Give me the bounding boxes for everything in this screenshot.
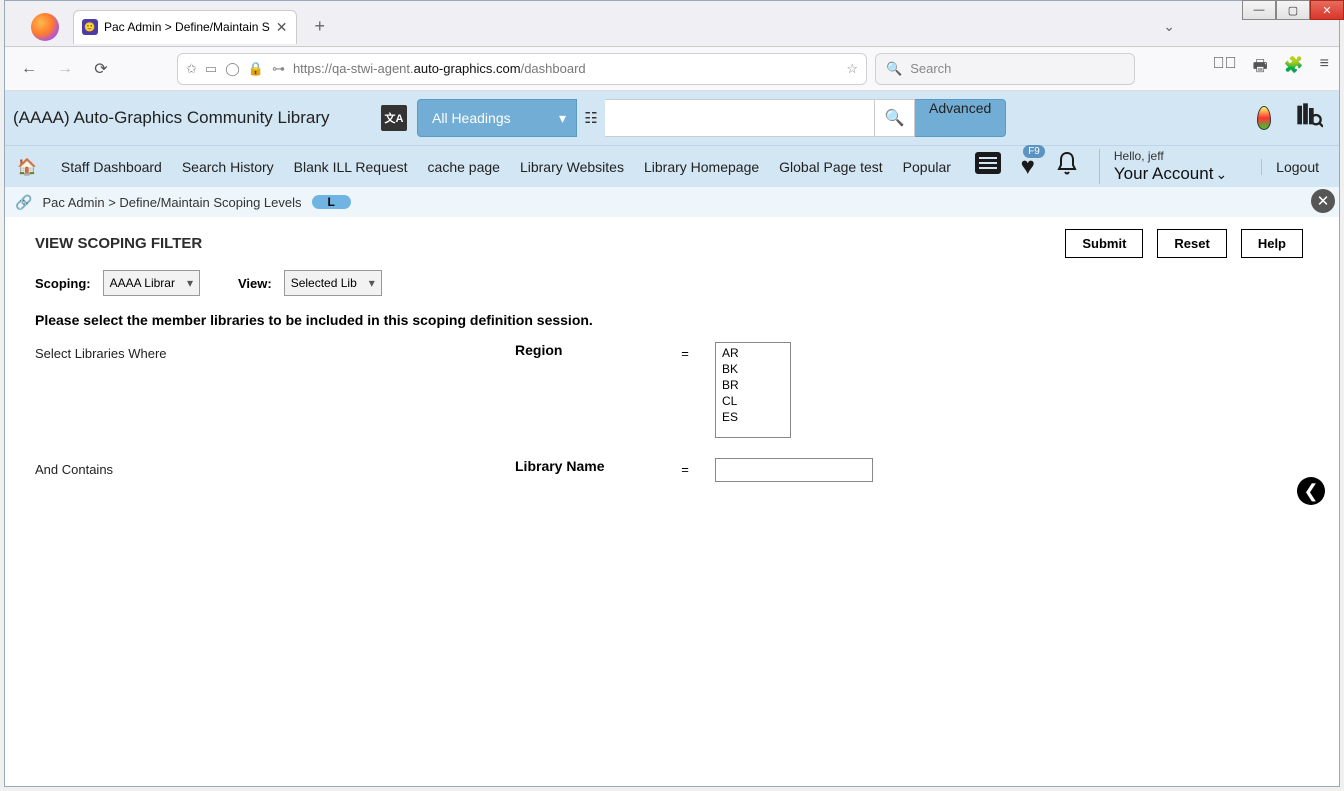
search-icon: 🔍: [886, 61, 902, 77]
reset-button[interactable]: Reset: [1157, 229, 1226, 258]
catalog-search-group: All Headings ☷ 🔍 Advanced: [417, 99, 1006, 137]
libname-equals: =: [655, 458, 715, 477]
page-title: VIEW SCOPING FILTER: [35, 235, 202, 252]
tab-close-button[interactable]: ✕: [276, 19, 288, 36]
region-label: Region: [515, 342, 655, 358]
help-button[interactable]: Help: [1241, 229, 1303, 258]
nav-cache-page[interactable]: cache page: [426, 155, 502, 179]
scoping-select[interactable]: AAAA Librar: [103, 270, 200, 296]
os-maximize-button[interactable]: ▢: [1276, 0, 1310, 20]
notifications-icon[interactable]: [1055, 150, 1079, 183]
nav-search-history[interactable]: Search History: [180, 155, 276, 179]
url-bar[interactable]: ✩ ▭ ◯ 🔒 ⊶ https://qa-stwi-agent.auto-gra…: [177, 53, 867, 85]
library-name-label: Library Name: [515, 458, 655, 474]
language-icon[interactable]: 文A: [381, 105, 407, 131]
my-lists-icon[interactable]: [975, 152, 1001, 181]
lock-icon[interactable]: 🔒: [248, 61, 264, 77]
browser-toolbar: ← → ⟳ ✩ ▭ ◯ 🔒 ⊶ https://qa-stwi-agent.au…: [5, 47, 1339, 91]
nav-blank-ill[interactable]: Blank ILL Request: [292, 155, 410, 179]
menu-icon[interactable]: ≡: [1320, 55, 1329, 82]
region-option[interactable]: CL: [716, 393, 790, 409]
headings-select-label: All Headings: [432, 110, 511, 126]
bookmark-outline-icon[interactable]: ✩: [186, 61, 197, 77]
account-dropdown[interactable]: Your Account: [1114, 164, 1227, 184]
library-title: (AAAA) Auto-Graphics Community Library: [11, 108, 371, 128]
region-row: Select Libraries Where Region = AR BK BR…: [35, 342, 1333, 438]
submit-button[interactable]: Submit: [1065, 229, 1143, 258]
balloon-icon[interactable]: [1257, 106, 1271, 130]
browser-tab-active[interactable]: 🙂 Pac Admin > Define/Maintain S ✕: [73, 10, 297, 44]
nav-popular[interactable]: Popular: [901, 155, 953, 179]
level-badge: L: [312, 195, 351, 209]
favorites-badge: F9: [1023, 145, 1045, 158]
region-option[interactable]: ES: [716, 409, 790, 425]
nav-reload-button[interactable]: ⟳: [87, 59, 115, 79]
header-right-icons: [1257, 101, 1323, 136]
app-nav: 🏠 Staff Dashboard Search History Blank I…: [5, 145, 1339, 187]
new-tab-button[interactable]: +: [307, 12, 334, 41]
scoping-label: Scoping:: [35, 276, 91, 291]
nav-library-websites[interactable]: Library Websites: [518, 155, 626, 179]
favorites-icon[interactable]: ♥F9: [1021, 153, 1035, 181]
shield-icon[interactable]: ◯: [225, 61, 240, 77]
select-where-label: Select Libraries Where: [35, 342, 515, 361]
instruction-text: Please select the member libraries to be…: [35, 312, 1333, 328]
tab-title: Pac Admin > Define/Maintain S: [104, 20, 270, 34]
os-window-controls: — ▢ ✕: [1242, 0, 1344, 20]
container-icon[interactable]: ▭: [205, 61, 217, 77]
nav-forward-button: →: [51, 60, 79, 78]
region-option[interactable]: AR: [716, 345, 790, 361]
region-listbox[interactable]: AR BK BR CL ES: [715, 342, 791, 438]
page-content: VIEW SCOPING FILTER Submit Reset Help Sc…: [5, 217, 1339, 514]
scoping-select-value: AAAA Librar: [110, 276, 175, 290]
and-contains-label: And Contains: [35, 458, 515, 477]
library-name-input[interactable]: [715, 458, 873, 482]
view-select[interactable]: Selected Lib: [284, 270, 382, 296]
database-icon[interactable]: ☷: [577, 99, 605, 137]
print-icon[interactable]: 🖶: [1253, 55, 1268, 82]
pocket-icon[interactable]: ⌄⃝: [1213, 55, 1237, 82]
filter-row: Scoping: AAAA Librar View: Selected Lib: [35, 270, 1333, 296]
account-hello: Hello, jeff: [1114, 149, 1227, 163]
browser-search-box[interactable]: 🔍 Search: [875, 53, 1135, 85]
nav-staff-dashboard[interactable]: Staff Dashboard: [59, 155, 164, 179]
nav-library-homepage[interactable]: Library Homepage: [642, 155, 761, 179]
chain-link-icon[interactable]: 🔗: [15, 194, 32, 211]
breadcrumb: 🔗 Pac Admin > Define/Maintain Scoping Le…: [5, 187, 1339, 217]
headings-select[interactable]: All Headings: [417, 99, 577, 137]
browser-search-placeholder: Search: [910, 61, 951, 76]
home-icon[interactable]: 🏠: [11, 157, 43, 177]
url-text: https://qa-stwi-agent.auto-graphics.com/…: [293, 61, 838, 76]
star-icon[interactable]: ☆: [846, 61, 858, 77]
libname-row: And Contains Library Name =: [35, 458, 1333, 482]
account-block[interactable]: Hello, jeff Your Account: [1099, 149, 1241, 184]
region-option[interactable]: BK: [716, 361, 790, 377]
app-shell: 🙂 Pac Admin > Define/Maintain S ✕ + ⌄ ← …: [4, 0, 1340, 787]
breadcrumb-text: Pac Admin > Define/Maintain Scoping Leve…: [42, 195, 301, 210]
advanced-search-button[interactable]: Advanced: [915, 99, 1006, 137]
catalog-search-input[interactable]: [605, 99, 875, 137]
tab-favicon-icon: 🙂: [82, 19, 98, 35]
view-select-value: Selected Lib: [291, 276, 357, 290]
region-option[interactable]: BR: [716, 377, 790, 393]
close-panel-button[interactable]: ✕: [1311, 189, 1335, 213]
os-close-button[interactable]: ✕: [1310, 0, 1344, 20]
firefox-logo-icon: [31, 13, 59, 41]
ask-librarian-icon[interactable]: [1295, 101, 1323, 136]
nav-back-button[interactable]: ←: [15, 60, 43, 78]
catalog-search-button[interactable]: 🔍: [875, 99, 915, 137]
permissions-icon[interactable]: ⊶: [272, 61, 285, 77]
expand-panel-chevron-icon[interactable]: ❮: [1297, 477, 1325, 505]
browser-right-icons: ⌄⃝ 🖶 🧩 ≡: [1213, 55, 1329, 82]
browser-tab-strip: 🙂 Pac Admin > Define/Maintain S ✕ + ⌄: [5, 1, 1339, 47]
nav-global-page-test[interactable]: Global Page test: [777, 155, 885, 179]
logout-link[interactable]: Logout: [1261, 159, 1333, 175]
region-equals: =: [655, 342, 715, 361]
extensions-icon[interactable]: 🧩: [1284, 55, 1304, 82]
os-minimize-button[interactable]: —: [1242, 0, 1276, 20]
app-header: (AAAA) Auto-Graphics Community Library 文…: [5, 91, 1339, 145]
tab-list-chevron-icon[interactable]: ⌄: [1163, 18, 1175, 35]
view-label: View:: [238, 276, 272, 291]
